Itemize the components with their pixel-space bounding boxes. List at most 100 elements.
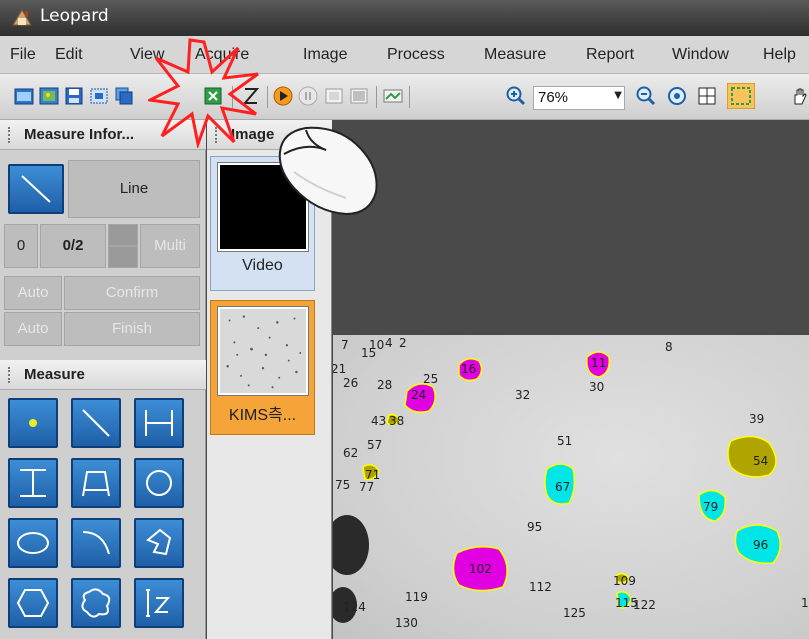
particle-label: 57 [367, 438, 382, 452]
particle-label: 7 [341, 338, 349, 352]
zoom-value: 76% [538, 89, 569, 106]
thumbnail-label: Video [242, 257, 283, 274]
panel-grip-icon[interactable] [8, 367, 11, 383]
point-tool-button[interactable] [8, 398, 58, 448]
hexagon-tool-button[interactable] [8, 578, 58, 628]
zoom-in-icon[interactable] [506, 86, 526, 106]
freehand-tool-icon [81, 588, 111, 618]
open-image-icon[interactable] [39, 86, 59, 106]
particle-label: 75 [335, 478, 350, 492]
menu-edit[interactable]: Edit [55, 46, 83, 64]
play-icon[interactable] [273, 86, 293, 106]
panel-grip-icon[interactable] [8, 127, 11, 143]
measure-count-value: 0/2 [62, 237, 84, 254]
pause-icon[interactable] [298, 86, 318, 106]
menu-process[interactable]: Process [387, 46, 445, 64]
particle-label: 77 [359, 480, 374, 494]
particle-label: 25 [423, 372, 438, 386]
particle-label: 95 [527, 520, 542, 534]
circle-tool-button[interactable] [134, 458, 184, 508]
menu-file[interactable]: File [10, 46, 36, 64]
particle-label: 125 [563, 606, 586, 620]
menu-measure[interactable]: Measure [484, 46, 546, 64]
vertical-distance-icon [20, 469, 46, 497]
particle-label: 30 [589, 380, 604, 394]
grid-icon[interactable] [697, 86, 717, 106]
chevron-down-icon[interactable]: ▼ [614, 90, 622, 101]
confirm-label: Confirm [105, 284, 159, 301]
open-icon[interactable] [14, 86, 34, 106]
particle-label: 102 [469, 562, 492, 576]
freehand-tool-button[interactable] [71, 578, 121, 628]
line-tool-button[interactable] [8, 164, 64, 214]
zoom-select[interactable]: 76% ▼ [533, 86, 625, 110]
particle-label: 122 [633, 598, 656, 612]
image-viewer[interactable]: 7 15 10 4 2 21 26 28 25 16 24 32 11 30 8… [333, 120, 809, 639]
auto-label: Auto [17, 284, 49, 301]
measure-panel-title: Measure [24, 366, 85, 383]
measure-rect-icon[interactable] [727, 83, 755, 109]
thumbnail-label: KIMS측... [228, 407, 297, 424]
multi-button[interactable]: Multi [140, 224, 200, 268]
micrograph-image[interactable]: 7 15 10 4 2 21 26 28 25 16 24 32 11 30 8… [333, 335, 809, 639]
snapshot-icon[interactable] [349, 86, 369, 106]
confirm-button[interactable]: Confirm [64, 276, 200, 310]
particle-label: 112 [529, 580, 552, 594]
measure-index: 0 [4, 224, 38, 268]
particle-label: 16 [461, 362, 476, 376]
multi-label: Multi [154, 237, 186, 254]
particle-label: 32 [515, 388, 530, 402]
menu-image[interactable]: Image [303, 46, 347, 64]
particle-label: 79 [703, 500, 718, 514]
particle-label: 38 [389, 414, 404, 428]
ellipse-tool-button[interactable] [8, 518, 58, 568]
particle-label: 39 [749, 412, 764, 426]
dark-particle [333, 515, 369, 575]
toolbar-separator [267, 86, 268, 108]
particle-label: 10 [369, 338, 384, 352]
image-view-icon[interactable] [383, 86, 403, 106]
capture-icon[interactable] [324, 86, 344, 106]
particle-54[interactable] [727, 435, 777, 478]
hexagon-tool-icon [16, 589, 50, 617]
particle-label: 1 [801, 596, 809, 610]
particle-label: 11 [591, 356, 606, 370]
zoom-out-icon[interactable] [636, 86, 656, 106]
click-burst-icon [148, 38, 259, 148]
thumbnail-kims[interactable]: KIMS측... [210, 300, 315, 435]
tool-name-label: Line [119, 180, 149, 197]
zoom-fit-icon[interactable] [667, 86, 687, 106]
step-up-button[interactable] [108, 224, 138, 246]
toolbar-separator [409, 86, 410, 108]
toolbar: 76% ▼ [0, 74, 809, 120]
vertical-distance-button[interactable] [8, 458, 58, 508]
particle-label: 28 [377, 378, 392, 392]
horizontal-distance-button[interactable] [134, 398, 184, 448]
select-region-icon[interactable] [89, 86, 109, 106]
window-title: Leopard [40, 6, 109, 26]
finish-button[interactable]: Finish [64, 312, 200, 346]
auto-finish-button[interactable]: Auto [4, 312, 62, 346]
particle-label: 54 [753, 454, 768, 468]
polygon-tool-button[interactable] [134, 518, 184, 568]
mouse-pointer-icon [278, 126, 378, 216]
arc-tool-button[interactable] [71, 458, 121, 508]
menu-report[interactable]: Report [586, 46, 634, 64]
menu-help[interactable]: Help [763, 46, 796, 64]
measure-panel-header: Measure [0, 360, 206, 390]
copy-image-icon[interactable] [114, 86, 134, 106]
menu-window[interactable]: Window [672, 46, 729, 64]
kims-thumbnail-image [217, 306, 309, 396]
circle-tool-icon [146, 470, 172, 496]
step-down-button[interactable] [108, 246, 138, 268]
curve-tool-button[interactable] [71, 518, 121, 568]
measure-info-title: Measure Infor... [24, 126, 135, 143]
save-icon[interactable] [64, 86, 84, 106]
particle-label: 4 [385, 336, 393, 350]
z-height-tool-button[interactable] [134, 578, 184, 628]
auto-confirm-button[interactable]: Auto [4, 276, 62, 310]
hand-pan-icon[interactable] [790, 86, 809, 106]
line-tool-button[interactable] [71, 398, 121, 448]
arc-tool-icon [82, 471, 110, 497]
particle-label: 96 [753, 538, 768, 552]
